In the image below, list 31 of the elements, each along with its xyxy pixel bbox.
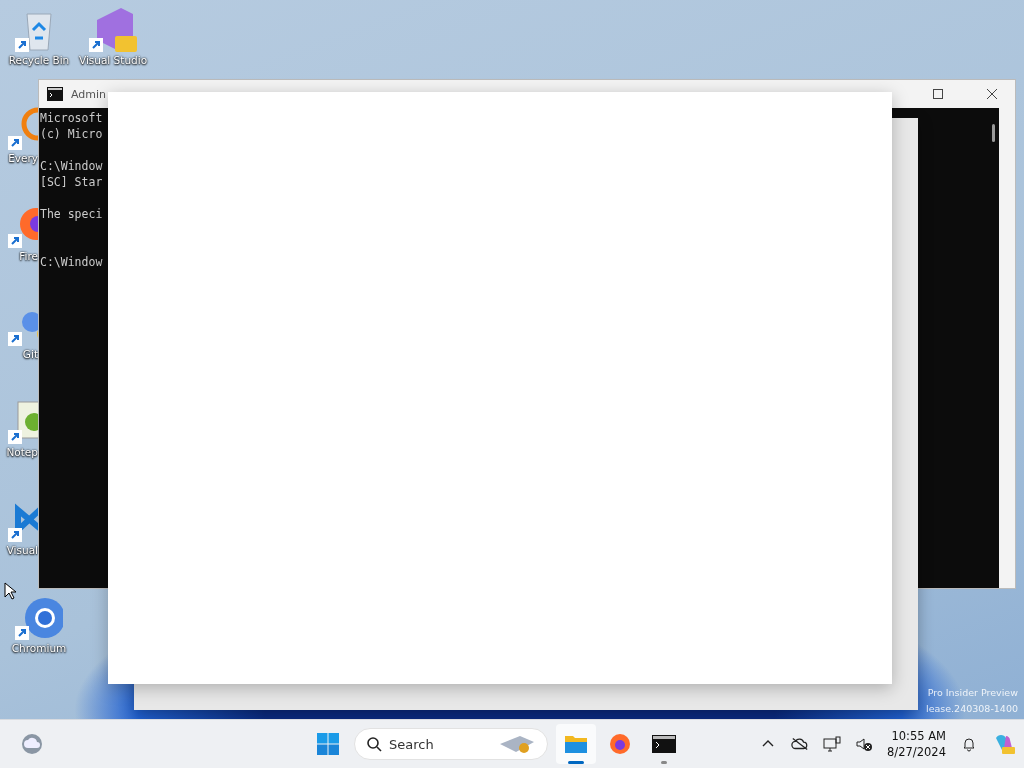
console-output-line: (c) Micro [40, 126, 103, 142]
clock-button[interactable]: 10:55 AM 8/27/2024 [887, 728, 946, 760]
search-icon [366, 736, 382, 752]
cloud-off-icon[interactable] [791, 736, 810, 752]
app-shortcut-icon[interactable] [89, 6, 137, 54]
network-icon[interactable] [823, 736, 842, 752]
desktop-icon-label: Notep [6, 446, 38, 458]
console-output-line: C:\Window [40, 254, 103, 270]
console-output-line: C:\Window [40, 158, 103, 174]
scrollbar-thumb[interactable] [992, 124, 995, 142]
maximize-icon [933, 89, 943, 99]
console-output-line: [SC] Star [40, 174, 103, 190]
browser-icon [608, 732, 632, 756]
console-output-line: The speci [40, 206, 103, 222]
desktop-icon-label: Recycle Bin [8, 54, 70, 66]
terminal-icon [652, 732, 676, 756]
terminal-icon [47, 87, 63, 101]
speaker-muted-icon[interactable] [855, 736, 874, 752]
desktop-icon-label: Every [8, 152, 38, 164]
window-title: Admin [71, 87, 107, 101]
desktop-icon-label: Git [22, 348, 38, 360]
desktop-icon-label: Fire [19, 250, 38, 262]
desktop-icon-label: Chromium [11, 642, 67, 654]
console-output-line: Microsoft [40, 110, 103, 126]
close-icon [987, 89, 997, 99]
mouse-pointer-icon [4, 582, 16, 600]
watermark-text: Pro Insider Preview [926, 686, 1018, 700]
desktop-icon-label: Visual Studio [78, 54, 148, 66]
weather-widget-icon[interactable] [20, 732, 44, 756]
desktop-icon-label: Visual [6, 544, 38, 556]
search-field[interactable]: Search [354, 728, 548, 760]
